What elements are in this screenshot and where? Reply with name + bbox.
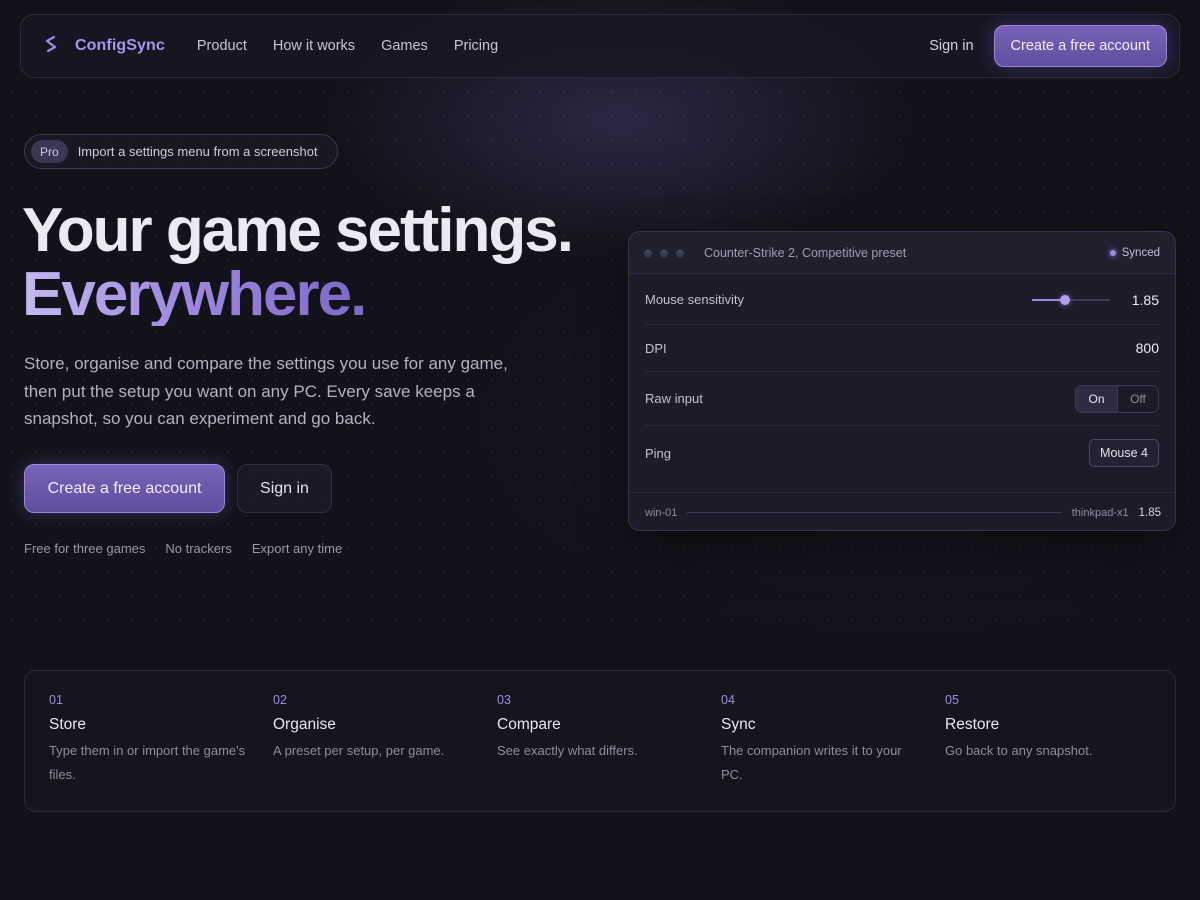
- step-number: 02: [273, 693, 287, 707]
- hero-note: Free for three games: [24, 541, 146, 556]
- step-description: See exactly what differs.: [497, 743, 638, 758]
- step-description: Type them in or import the game's files.: [49, 743, 246, 782]
- raw-input-toggle: On Off: [1075, 384, 1159, 413]
- raw-input-on-option[interactable]: On: [1076, 385, 1117, 412]
- step-title: Restore: [945, 716, 1000, 733]
- dpi-value: 800: [1135, 340, 1159, 356]
- step-title: Compare: [497, 716, 561, 733]
- step-number: 03: [497, 693, 511, 707]
- brand[interactable]: ConfigSync: [41, 34, 165, 59]
- nav-actions: Sign in Create a free account: [929, 25, 1167, 67]
- nav-link-product[interactable]: Product: [197, 38, 247, 54]
- step-title: Sync: [721, 716, 756, 733]
- hero-sign-in-button[interactable]: Sign in: [237, 464, 332, 513]
- setting-label: DPI: [645, 340, 667, 356]
- hero-description: Store, organise and compare the settings…: [24, 354, 508, 428]
- step-number: 05: [945, 693, 959, 707]
- step-description: A preset per setup, per game.: [273, 743, 445, 758]
- hero-headline-accent: Everywhere.: [22, 260, 367, 329]
- nav-create-account-button[interactable]: Create a free account: [993, 25, 1167, 67]
- hero-note: No trackers: [165, 541, 232, 556]
- step-description: Go back to any snapshot.: [945, 743, 1093, 758]
- nav-link-games[interactable]: Games: [381, 38, 428, 54]
- nav-sign-in-link[interactable]: Sign in: [929, 38, 973, 54]
- brand-name: ConfigSync: [75, 37, 165, 54]
- hero-headline: Your game settings.: [22, 196, 574, 265]
- sync-line: [687, 512, 1062, 513]
- sync-status-label: Synced: [1121, 246, 1160, 259]
- window-dot: [644, 248, 652, 257]
- preset-card-header: Counter-Strike 2, Competitive preset Syn…: [629, 232, 1175, 274]
- setting-row-raw-input: Raw input On Off: [645, 372, 1159, 426]
- sync-status-dot-icon: [1109, 249, 1116, 256]
- step-sync: 04 Sync The companion writes it to your …: [721, 693, 925, 787]
- setting-row-sensitivity: Mouse sensitivity 1.85: [645, 275, 1159, 325]
- step-description: The companion writes it to your PC.: [721, 743, 902, 782]
- step-compare: 03 Compare See exactly what differs.: [497, 693, 701, 763]
- steps-panel: 01 Store Type them in or import the game…: [24, 670, 1176, 812]
- step-number: 01: [49, 693, 63, 707]
- step-organise: 02 Organise A preset per setup, per game…: [273, 693, 477, 763]
- step-title: Organise: [273, 716, 336, 733]
- configsync-logo-icon: [41, 34, 61, 59]
- setting-row-ping: Ping Mouse 4: [645, 426, 1159, 480]
- ping-keybind-button[interactable]: Mouse 4: [1089, 439, 1159, 467]
- nav-links: Product How it works Games Pricing: [197, 38, 524, 54]
- window-dot: [660, 248, 668, 257]
- raw-input-off-option[interactable]: Off: [1117, 385, 1158, 412]
- window-dot: [676, 248, 684, 257]
- setting-row-dpi: DPI 800: [645, 325, 1159, 372]
- synced-value: 1.85: [1138, 506, 1161, 519]
- preset-title: Counter-Strike 2, Competitive preset: [704, 245, 907, 260]
- promo-text: Import a settings menu from a screenshot: [77, 144, 318, 159]
- hero-create-account-button[interactable]: Create a free account: [24, 464, 225, 513]
- source-device: win-01: [645, 506, 678, 519]
- sync-status: Synced: [1109, 246, 1160, 259]
- setting-label: Ping: [645, 445, 672, 461]
- nav-link-how-it-works[interactable]: How it works: [273, 38, 355, 54]
- promo-pill[interactable]: Pro Import a settings menu from a screen…: [24, 134, 338, 169]
- hero-note: Export any time: [251, 541, 343, 556]
- top-nav: ConfigSync Product How it works Games Pr…: [20, 14, 1180, 78]
- step-store: 01 Store Type them in or import the game…: [49, 693, 253, 787]
- nav-link-pricing[interactable]: Pricing: [454, 38, 498, 54]
- step-title: Store: [49, 716, 87, 733]
- preset-card: Counter-Strike 2, Competitive preset Syn…: [628, 231, 1176, 531]
- sync-footer: win-01 thinkpad-x1 1.85: [629, 492, 1175, 530]
- sensitivity-value: 1.85: [1131, 291, 1159, 308]
- setting-label: Mouse sensitivity: [645, 292, 744, 307]
- slider-thumb[interactable]: [1059, 294, 1070, 305]
- step-number: 04: [721, 693, 735, 707]
- step-restore: 05 Restore Go back to any snapshot.: [945, 693, 1149, 763]
- hero-notes: Free for three games No trackers Export …: [24, 541, 362, 556]
- sensitivity-slider[interactable]: [1031, 293, 1110, 307]
- pro-badge: Pro: [31, 140, 68, 163]
- setting-label: Raw input: [645, 391, 703, 406]
- target-device: thinkpad-x1: [1071, 506, 1129, 519]
